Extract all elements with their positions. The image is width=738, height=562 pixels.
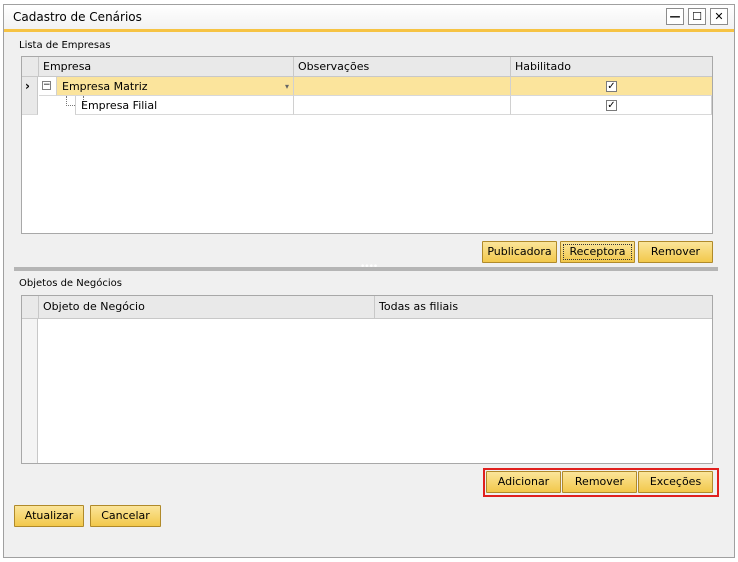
observacoes-cell-1[interactable] [294, 77, 511, 96]
habilitado-checkbox[interactable]: ✓ [606, 100, 617, 111]
lista-empresas-label: Lista de Empresas [19, 40, 111, 51]
minimize-button[interactable]: — [666, 8, 684, 25]
cancelar-button[interactable]: Cancelar [90, 505, 161, 527]
tree-branch [66, 96, 75, 106]
habilitado-checkbox[interactable]: ✓ [606, 81, 617, 92]
empresa-name: Empresa Filial [81, 99, 158, 112]
current-row-arrow-icon: › [25, 79, 30, 93]
objetos-row-header-column [22, 319, 38, 463]
col-habilitado[interactable]: Habilitado [511, 57, 712, 76]
observacoes-cell-2[interactable] [294, 96, 511, 115]
objetos-grid-header: Objeto de Negócio Todas as filiais [22, 296, 712, 319]
empresa-cell-2[interactable]: Empresa Filial [75, 96, 294, 115]
objetos-negocios-label: Objetos de Negócios [19, 278, 122, 289]
col-empresa[interactable]: Empresa [39, 57, 294, 76]
habilitado-cell-1[interactable]: ✓ [511, 77, 712, 96]
maximize-button[interactable]: ☐ [688, 8, 706, 25]
habilitado-cell-2[interactable]: ✓ [511, 96, 712, 115]
empresas-grid-header: Empresa Observações Habilitado [22, 57, 712, 77]
window-title: Cadastro de Cenários [13, 10, 142, 24]
row-header-corner [22, 296, 39, 318]
adicionar-button[interactable]: Adicionar [486, 471, 561, 493]
col-objeto-negocio[interactable]: Objeto de Negócio [39, 296, 375, 318]
dropdown-icon[interactable]: ▾ [285, 77, 289, 96]
collapse-icon[interactable]: − [42, 81, 51, 90]
close-button[interactable]: ✕ [710, 8, 728, 25]
section-splitter[interactable]: •••• [14, 262, 718, 272]
title-bar[interactable]: Cadastro de Cenários — ☐ ✕ [4, 5, 734, 32]
splitter-grip-icon: •••• [360, 262, 378, 272]
empresa-cell-1[interactable]: Empresa Matriz ▾ [57, 77, 294, 96]
remover-objeto-button[interactable]: Remover [562, 471, 637, 493]
empresas-grid[interactable]: Empresa Observações Habilitado › − Empre… [21, 56, 713, 234]
atualizar-button[interactable]: Atualizar [14, 505, 84, 527]
objetos-grid[interactable]: Objeto de Negócio Todas as filiais [21, 295, 713, 464]
row-selector-1[interactable]: › [22, 77, 38, 96]
publicadora-button[interactable]: Publicadora [482, 241, 557, 263]
row-selector-2[interactable] [22, 96, 38, 115]
remover-empresa-button[interactable]: Remover [638, 241, 713, 263]
row-header-corner [22, 57, 39, 76]
title-accent-bar [4, 29, 734, 32]
cadastro-cenarios-window: Cadastro de Cenários — ☐ ✕ Lista de Empr… [3, 4, 735, 558]
expand-cell-1[interactable]: − [39, 77, 57, 96]
col-observacoes[interactable]: Observações [294, 57, 511, 76]
receptora-button[interactable]: Receptora [560, 241, 635, 263]
col-todas-filiais[interactable]: Todas as filiais [375, 296, 712, 318]
empresa-name: Empresa Matriz [62, 80, 148, 93]
excecoes-button[interactable]: Exceções [638, 471, 713, 493]
